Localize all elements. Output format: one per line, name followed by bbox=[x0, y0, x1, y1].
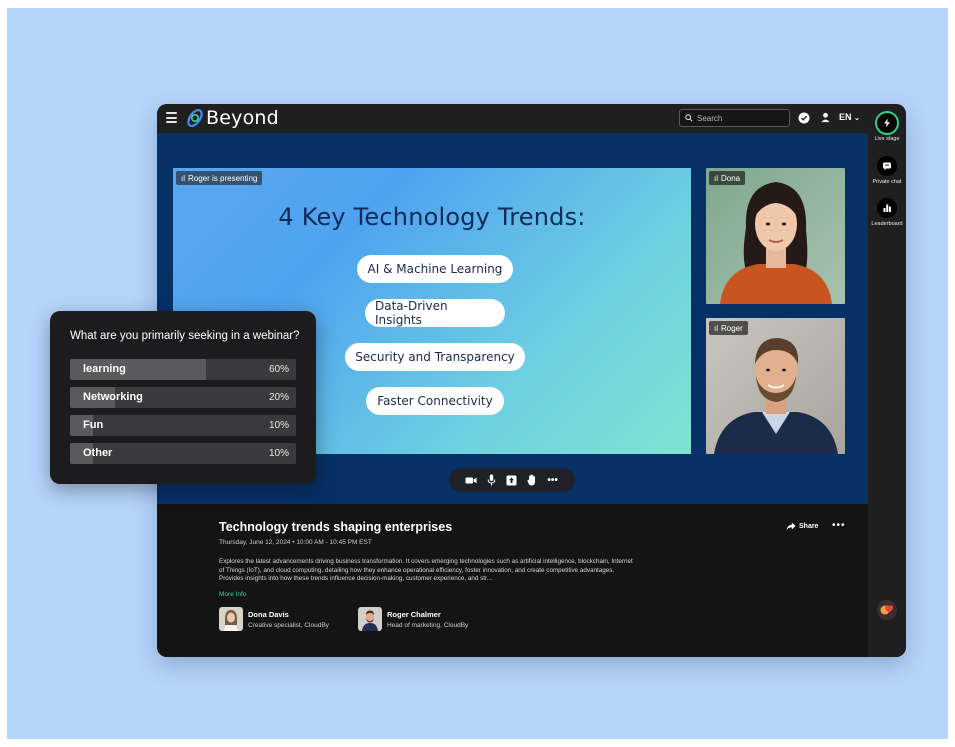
share-icon bbox=[786, 522, 796, 531]
speaker-role: Head of marketing, CloudBy bbox=[387, 621, 469, 629]
slide-item: AI & Machine Learning bbox=[357, 255, 513, 283]
event-date: Thursday, June 12, 2024 • 10:00 AM - 10:… bbox=[219, 539, 372, 546]
presenting-badge: ıl Roger is presenting bbox=[176, 171, 263, 185]
poll-option-label: Fun bbox=[83, 419, 104, 431]
microphone-icon[interactable] bbox=[486, 474, 498, 486]
speaker-role: Creative specialist, CloudBy bbox=[248, 621, 329, 629]
poll-option[interactable]: learning 60% bbox=[70, 359, 296, 380]
bolt-icon bbox=[877, 113, 897, 133]
participant-name: Dona bbox=[721, 173, 741, 183]
share-label: Share bbox=[799, 523, 819, 530]
participant-badge: ıl Dona bbox=[709, 171, 746, 185]
rail-item-label: Private chat bbox=[872, 179, 902, 185]
speaker-name: Roger Chalmer bbox=[387, 609, 441, 619]
raise-hand-icon[interactable] bbox=[526, 474, 538, 486]
participant-video-dona[interactable]: ıl Dona bbox=[706, 168, 845, 304]
participant-photo bbox=[706, 318, 845, 454]
brand-name: Beyond bbox=[206, 107, 279, 129]
reactions-icon[interactable] bbox=[877, 600, 897, 620]
verified-icon[interactable] bbox=[798, 112, 810, 124]
right-rail: Live stage Private chat Leaderboard bbox=[868, 104, 906, 657]
search-box[interactable] bbox=[679, 109, 790, 127]
speaker-card[interactable]: Dona Davis Creative specialist, CloudBy bbox=[219, 607, 329, 631]
event-details: Technology trends shaping enterprises Th… bbox=[157, 504, 868, 657]
poll-option-percent: 10% bbox=[268, 420, 289, 431]
presenting-label: Roger is presenting bbox=[188, 173, 258, 183]
rail-item-leaderboard[interactable]: Leaderboard bbox=[868, 198, 906, 227]
avatar bbox=[219, 607, 243, 631]
share-button[interactable]: Share bbox=[786, 522, 818, 531]
rail-item-label: Live stage bbox=[874, 136, 900, 142]
more-options-icon[interactable]: ••• bbox=[832, 520, 846, 531]
slide-item: Faster Connectivity bbox=[366, 387, 504, 415]
more-options-icon[interactable]: ••• bbox=[547, 474, 559, 486]
event-description: Explores the latest advancements driving… bbox=[219, 558, 633, 582]
call-controls: ••• bbox=[449, 468, 575, 492]
bar-chart-icon bbox=[877, 198, 897, 218]
menu-icon[interactable] bbox=[166, 112, 177, 123]
participant-video-roger[interactable]: ıl Roger bbox=[706, 318, 845, 454]
audio-wave-icon: ıl bbox=[181, 173, 185, 183]
participant-photo bbox=[706, 168, 845, 304]
audio-wave-icon: ıl bbox=[714, 323, 718, 333]
language-selector[interactable]: EN ⌄ bbox=[839, 112, 860, 122]
speaker-card[interactable]: Roger Chalmer Head of marketing, CloudBy bbox=[358, 607, 468, 631]
share-screen-icon[interactable] bbox=[506, 474, 518, 486]
chevron-down-icon: ⌄ bbox=[854, 115, 860, 122]
poll-option-label: learning bbox=[83, 363, 126, 375]
poll-option[interactable]: Networking 20% bbox=[70, 387, 296, 408]
audio-wave-icon: ıl bbox=[714, 173, 718, 183]
rail-item-label: Leaderboard bbox=[871, 221, 903, 227]
user-icon[interactable] bbox=[820, 112, 831, 123]
search-input[interactable] bbox=[697, 113, 787, 123]
rail-item-private-chat[interactable]: Private chat bbox=[868, 156, 906, 185]
top-bar: Beyond EN ⌄ bbox=[157, 104, 868, 133]
beyond-logo-icon bbox=[187, 108, 203, 128]
poll-option-label: Networking bbox=[83, 391, 143, 403]
speaker-name: Dona Davis bbox=[248, 609, 289, 619]
slide-item: Security and Transparency bbox=[345, 343, 525, 371]
poll-option-percent: 60% bbox=[268, 364, 289, 375]
poll-question: What are you primarily seeking in a webi… bbox=[70, 330, 300, 342]
search-icon bbox=[685, 114, 693, 122]
slide-item: Data-Driven Insights bbox=[365, 299, 505, 327]
poll-option[interactable]: Other 10% bbox=[70, 443, 296, 464]
participant-name: Roger bbox=[721, 323, 743, 333]
avatar bbox=[358, 607, 382, 631]
event-title: Technology trends shaping enterprises bbox=[219, 520, 453, 534]
language-label: EN bbox=[839, 112, 852, 122]
more-info-link[interactable]: More Info bbox=[219, 591, 246, 598]
poll-option-label: Other bbox=[83, 447, 113, 459]
poll-option-percent: 20% bbox=[268, 392, 289, 403]
participant-badge: ıl Roger bbox=[709, 321, 748, 335]
slide-title: 4 Key Technology Trends: bbox=[278, 203, 586, 231]
chat-icon bbox=[877, 156, 897, 176]
rail-item-live-stage[interactable]: Live stage bbox=[868, 113, 906, 142]
camera-icon[interactable] bbox=[465, 474, 477, 486]
poll-option-percent: 10% bbox=[268, 448, 289, 459]
poll-card: What are you primarily seeking in a webi… bbox=[50, 311, 316, 484]
poll-option[interactable]: Fun 10% bbox=[70, 415, 296, 436]
